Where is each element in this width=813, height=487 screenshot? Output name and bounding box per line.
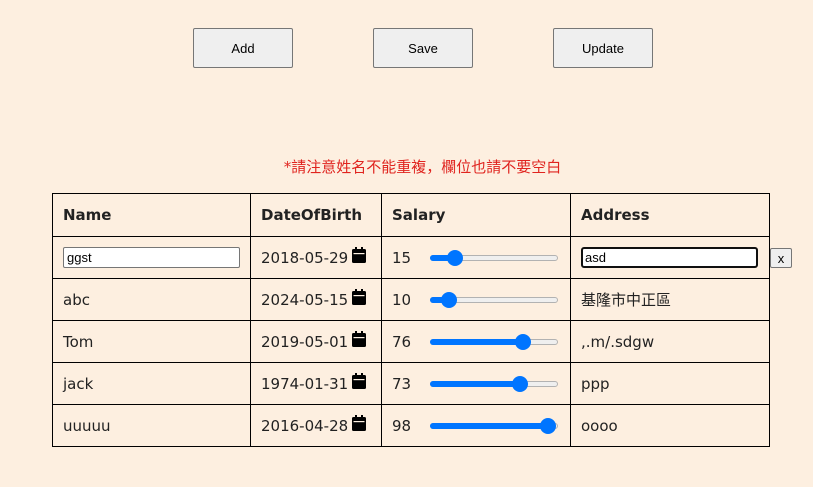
salary-cell: 15	[381, 236, 571, 279]
name-input[interactable]	[63, 247, 240, 268]
address-cell: 基隆市中正區	[570, 278, 770, 321]
name-cell	[52, 236, 251, 279]
salary-cell: 10	[381, 278, 571, 321]
remove-row-button[interactable]: x	[770, 248, 792, 268]
date-value: 2018-05-29	[261, 248, 349, 267]
date-value: 1974-01-31	[261, 374, 349, 393]
salary-value: 15	[392, 248, 412, 267]
calendar-icon[interactable]	[352, 372, 367, 389]
table-row: Tom 2019-05-01 76 ,.m/.sdgw	[52, 320, 770, 363]
date-value: 2016-04-28	[261, 416, 349, 435]
salary-cell: 98	[381, 404, 571, 447]
address-cell	[570, 236, 770, 279]
editing-row: 2018-05-29 15	[52, 236, 770, 279]
salary-slider[interactable]	[430, 417, 558, 434]
salary-value: 76	[392, 332, 412, 351]
table-row: uuuuu 2016-04-28 98 oooo	[52, 404, 770, 447]
calendar-icon[interactable]	[352, 246, 367, 263]
date-value: 2019-05-01	[261, 332, 349, 351]
date-cell[interactable]: 2024-05-15	[250, 278, 382, 321]
table-row: jack 1974-01-31 73 ppp	[52, 362, 770, 405]
salary-slider[interactable]	[430, 375, 558, 392]
address-input[interactable]	[581, 247, 758, 268]
table-row: abc 2024-05-15 10 基隆市中正區	[52, 278, 770, 321]
save-button[interactable]: Save	[373, 28, 473, 68]
column-header-name: Name	[52, 193, 251, 237]
name-cell: uuuuu	[52, 404, 251, 447]
page: Add Save Update *請注意姓名不能重複，欄位也請不要空白 Name…	[0, 0, 813, 487]
update-button[interactable]: Update	[553, 28, 653, 68]
add-button[interactable]: Add	[193, 28, 293, 68]
name-cell: abc	[52, 278, 251, 321]
calendar-icon[interactable]	[352, 414, 367, 431]
slider-thumb[interactable]	[446, 249, 463, 266]
address-cell: ppp	[570, 362, 770, 405]
salary-cell: 73	[381, 362, 571, 405]
toolbar: Add Save Update	[0, 28, 813, 68]
date-cell[interactable]: 2019-05-01	[250, 320, 382, 363]
name-cell: jack	[52, 362, 251, 405]
date-cell[interactable]: 2016-04-28	[250, 404, 382, 447]
address-cell: ,.m/.sdgw	[570, 320, 770, 363]
slider-thumb[interactable]	[511, 375, 528, 392]
salary-value: 98	[392, 416, 412, 435]
salary-value: 73	[392, 374, 412, 393]
address-cell: oooo	[570, 404, 770, 447]
salary-slider[interactable]	[430, 333, 558, 350]
slider-thumb[interactable]	[539, 417, 556, 434]
table-header-row: Name DateOfBirth Salary Address	[52, 193, 770, 237]
date-cell[interactable]: 2018-05-29	[250, 236, 382, 279]
salary-slider[interactable]	[430, 291, 558, 308]
calendar-icon[interactable]	[352, 288, 367, 305]
validation-notice: *請注意姓名不能重複，欄位也請不要空白	[283, 158, 562, 176]
date-value: 2024-05-15	[261, 290, 349, 309]
salary-cell: 76	[381, 320, 571, 363]
column-header-salary: Salary	[381, 193, 571, 237]
column-header-date-of-birth: DateOfBirth	[250, 193, 382, 237]
slider-thumb[interactable]	[441, 291, 458, 308]
date-cell[interactable]: 1974-01-31	[250, 362, 382, 405]
salary-slider[interactable]	[430, 249, 558, 266]
salary-value: 10	[392, 290, 412, 309]
name-cell: Tom	[52, 320, 251, 363]
slider-thumb[interactable]	[515, 333, 532, 350]
employee-table: Name DateOfBirth Salary Address 2018-05-…	[52, 193, 770, 447]
calendar-icon[interactable]	[352, 330, 367, 347]
column-header-address: Address	[570, 193, 770, 237]
